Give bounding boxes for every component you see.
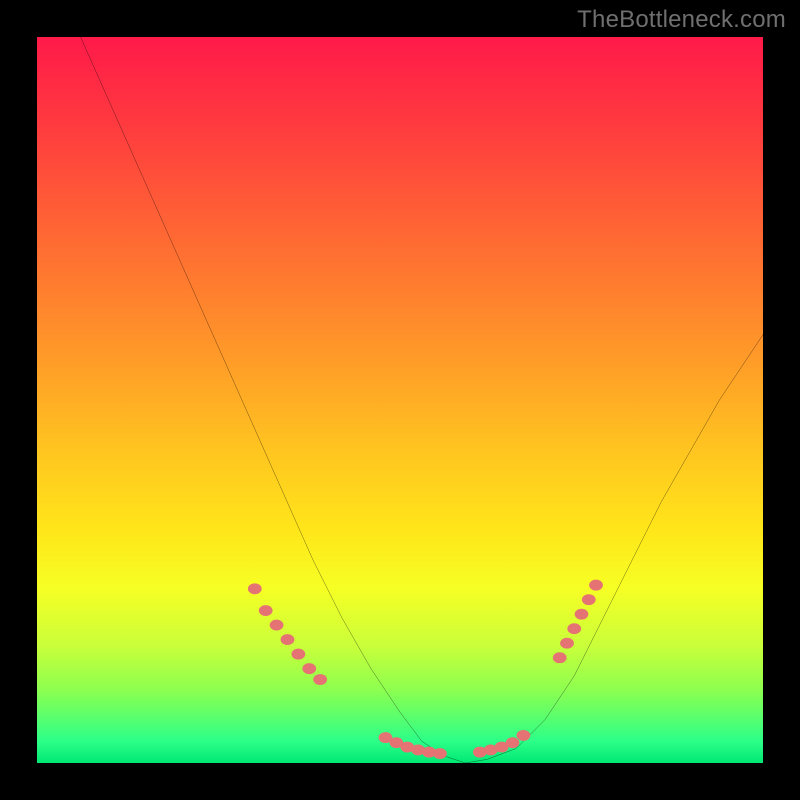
bottom-left-markers [379, 732, 447, 759]
left-descent-markers [248, 583, 327, 685]
plot-area [37, 37, 763, 763]
curve-marker [433, 748, 447, 759]
bottom-right-markers [473, 730, 530, 758]
watermark-text: TheBottleneck.com [577, 6, 786, 34]
curve-marker [560, 638, 574, 649]
curve-marker [575, 609, 589, 620]
curve-layer [37, 37, 763, 763]
curve-marker [506, 737, 520, 748]
curve-marker [291, 649, 305, 660]
curve-marker [567, 623, 581, 634]
curve-marker [517, 730, 531, 741]
curve-marker [589, 580, 603, 591]
curve-marker [281, 634, 295, 645]
curve-marker [259, 605, 273, 616]
curve-marker [313, 674, 327, 685]
curve-marker [553, 652, 567, 663]
curve-marker [270, 620, 284, 631]
curve-marker [302, 663, 316, 674]
curve-marker [248, 583, 262, 594]
curve-marker [582, 594, 596, 605]
right-ascent-markers [553, 580, 603, 663]
bottleneck-curve [81, 37, 763, 763]
chart-frame: TheBottleneck.com [0, 0, 800, 800]
